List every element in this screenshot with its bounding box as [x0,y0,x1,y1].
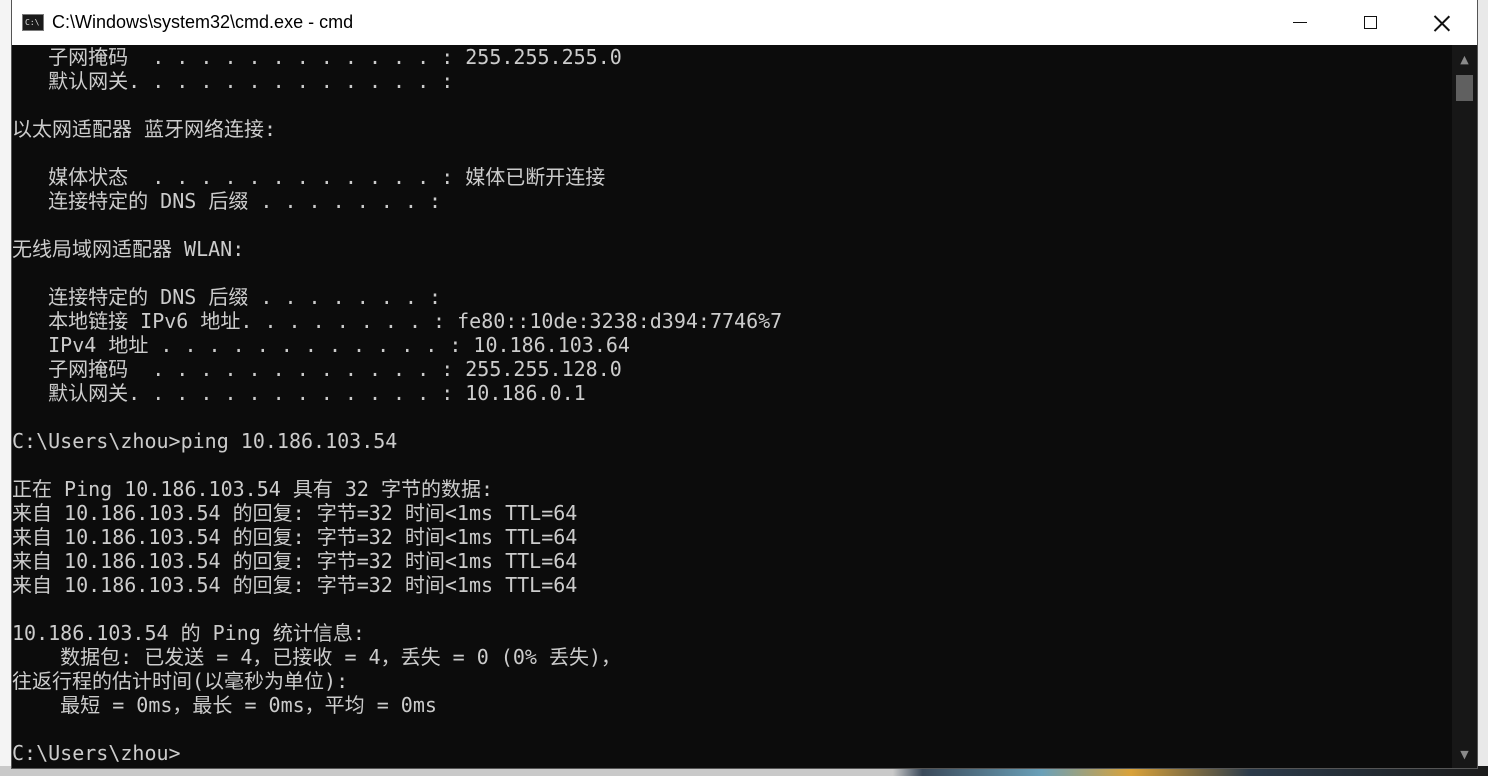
caption-buttons [1264,0,1477,45]
console-line: 子网掩码 . . . . . . . . . . . . : 255.255.1… [12,357,622,381]
vertical-scrollbar[interactable]: ▲ ▼ [1452,45,1477,768]
console-line: 默认网关. . . . . . . . . . . . . : 10.186.0… [12,381,586,405]
console-line: 来自 10.186.103.54 的回复: 字节=32 时间<1ms TTL=6… [12,549,578,573]
console-line: 往返行程的估计时间(以毫秒为单位): [12,669,349,693]
console-line: 连接特定的 DNS 后缀 . . . . . . . : [12,189,441,213]
console-line: 媒体状态 . . . . . . . . . . . . : 媒体已断开连接 [12,165,606,189]
chevron-up-icon: ▲ [1460,52,1469,66]
console-line: 以太网适配器 蓝牙网络连接: [12,117,277,141]
console-line: 来自 10.186.103.54 的回复: 字节=32 时间<1ms TTL=6… [12,573,578,597]
console-line: C:\Users\zhou>ping 10.186.103.54 [12,429,398,453]
console-prompt-line[interactable]: C:\Users\zhou> [12,741,782,765]
close-button[interactable] [1406,0,1477,45]
console-line: 来自 10.186.103.54 的回复: 字节=32 时间<1ms TTL=6… [12,501,578,525]
console-icon: C:\ [22,14,44,31]
background-window-edge-right [1476,0,1488,776]
maximize-button[interactable] [1335,0,1406,45]
console-line: 无线局域网适配器 WLAN: [12,237,245,261]
background-window-edge [0,0,12,776]
console-line: IPv4 地址 . . . . . . . . . . . . : 10.186… [12,333,630,357]
console-line: 连接特定的 DNS 后缀 . . . . . . . : [12,285,441,309]
minimize-button[interactable] [1264,0,1335,45]
console-line: 10.186.103.54 的 Ping 统计信息: [12,621,365,645]
window-title: C:\Windows\system32\cmd.exe - cmd [52,12,354,32]
console-line: 正在 Ping 10.186.103.54 具有 32 字节的数据: [12,477,494,501]
cmd-window[interactable]: C:\ C:\Windows\system32\cmd.exe - cmd 子网… [12,0,1477,768]
maximize-icon [1364,16,1377,29]
console-lines: 子网掩码 . . . . . . . . . . . . : 255.255.2… [12,45,782,765]
scroll-down-button[interactable]: ▼ [1452,740,1477,768]
scrollbar-thumb[interactable] [1456,75,1473,101]
console-output[interactable]: 子网掩码 . . . . . . . . . . . . : 255.255.2… [12,45,1452,768]
console-line: 数据包: 已发送 = 4，已接收 = 4，丢失 = 0 (0% 丢失)， [12,645,621,669]
minimize-icon [1292,22,1307,23]
title-bar[interactable]: C:\ C:\Windows\system32\cmd.exe - cmd [12,0,1477,45]
console-line: 来自 10.186.103.54 的回复: 字节=32 时间<1ms TTL=6… [12,525,578,549]
console-line: 本地链接 IPv6 地址. . . . . . . . : fe80::10de… [12,309,783,333]
chevron-down-icon: ▼ [1460,747,1469,761]
console-icon-text: C:\ [25,17,40,27]
console-line: 最短 = 0ms，最长 = 0ms，平均 = 0ms [12,693,437,717]
console-line: 默认网关. . . . . . . . . . . . . : [12,69,454,93]
console-line: 子网掩码 . . . . . . . . . . . . : 255.255.2… [12,45,622,69]
scroll-up-button[interactable]: ▲ [1452,45,1477,73]
close-icon [1434,15,1450,31]
